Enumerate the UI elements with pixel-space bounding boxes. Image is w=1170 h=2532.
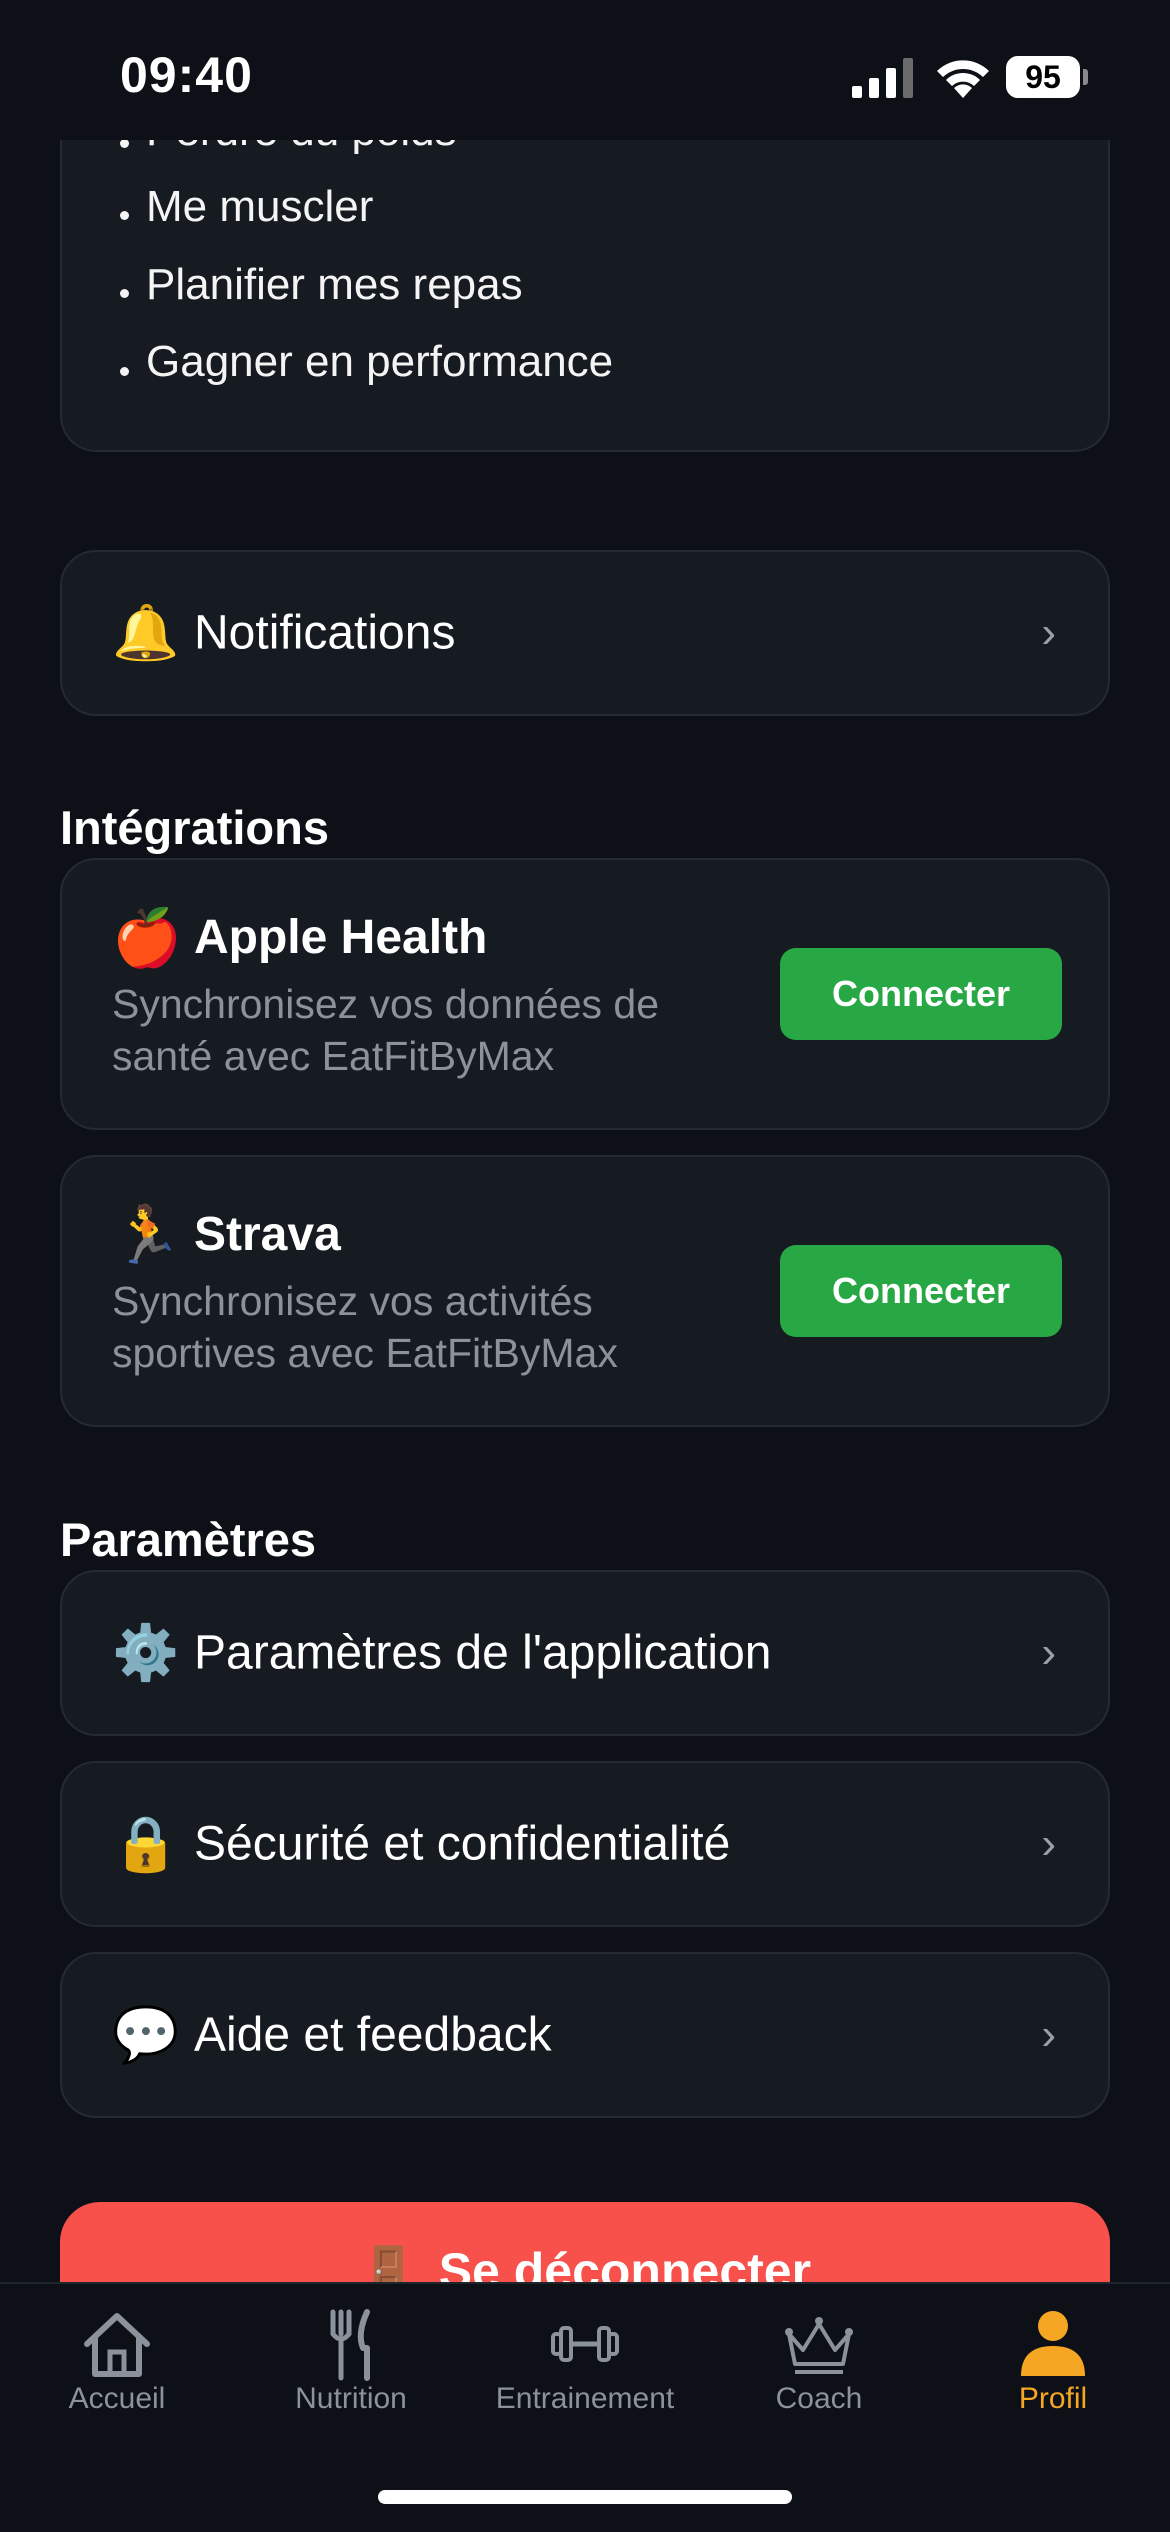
chevron-right-icon: ›	[1041, 608, 1056, 657]
home-indicator	[378, 2490, 792, 2504]
dumbbell-icon	[551, 2326, 619, 2362]
chevron-right-icon: ›	[1041, 1819, 1056, 1868]
goal-item: Me muscler	[146, 182, 374, 231]
person-icon	[1021, 2311, 1085, 2376]
integration-apple-health: 🍎 Apple Health Synchronisez vos données …	[60, 858, 1110, 1130]
tab-accueil[interactable]: Accueil	[0, 2284, 234, 2444]
tab-label: Coach	[775, 2382, 863, 2415]
integrations-title: Intégrations	[60, 801, 329, 854]
settings-row-label: Aide et feedback	[194, 2008, 552, 2062]
cellular-signal-icon	[852, 58, 913, 98]
tab-label: Profil	[1018, 2382, 1088, 2415]
goal-item: Planifier mes repas	[146, 260, 523, 309]
tab-profil[interactable]: Profil	[936, 2284, 1170, 2444]
connect-apple-health-button[interactable]: Connecter	[780, 948, 1062, 1040]
tab-coach[interactable]: Coach	[702, 2284, 936, 2444]
apple-icon: 🍎	[112, 906, 182, 969]
bell-icon: 🔔	[112, 603, 180, 663]
battery-level: 95	[1006, 56, 1080, 98]
settings-row-label: Paramètres de l'application	[194, 1626, 772, 1680]
settings-row-app-settings[interactable]: ⚙️ Paramètres de l'application ›	[60, 1570, 1110, 1736]
runner-icon: 🏃	[112, 1203, 182, 1266]
fork-knife-icon	[330, 2309, 370, 2381]
settings-row-label: Sécurité et confidentialité	[194, 1817, 731, 1871]
tab-label: Entrainement	[495, 2382, 675, 2415]
settings-row-security[interactable]: 🔒 Sécurité et confidentialité ›	[60, 1761, 1110, 1927]
connect-strava-button[interactable]: Connecter	[780, 1245, 1062, 1337]
integration-strava: 🏃 Strava Synchronisez vos activités spor…	[60, 1155, 1110, 1427]
notifications-row[interactable]: 🔔 Notifications ›	[60, 550, 1110, 716]
tab-label: Nutrition	[295, 2382, 407, 2415]
chevron-right-icon: ›	[1041, 2010, 1056, 2059]
status-bar: 09:40 95	[0, 0, 1170, 140]
tab-entrainement[interactable]: Entrainement	[468, 2284, 702, 2444]
crown-icon	[785, 2317, 853, 2374]
goals-card: Perdre du poids Me muscler Planifier mes…	[60, 100, 1110, 452]
integration-name: Apple Health	[194, 911, 488, 964]
wifi-icon	[937, 60, 989, 98]
integration-description: Synchronisez vos activités sportives ave…	[112, 1278, 618, 1376]
chevron-right-icon: ›	[1041, 1628, 1056, 1677]
integration-name: Strava	[194, 1208, 341, 1261]
integration-description: Synchronisez vos données de santé avec E…	[112, 981, 660, 1079]
speech-bubble-icon: 💬	[112, 2005, 180, 2065]
settings-title: Paramètres	[60, 1513, 317, 1566]
battery-icon: 95	[1006, 56, 1088, 98]
lock-icon: 🔒	[112, 1814, 180, 1874]
status-time: 09:40	[120, 47, 253, 103]
settings-row-help[interactable]: 💬 Aide et feedback ›	[60, 1952, 1110, 2118]
tab-label: Accueil	[68, 2382, 166, 2415]
tab-nutrition[interactable]: Nutrition	[234, 2284, 468, 2444]
notifications-label: Notifications	[194, 606, 456, 660]
gear-icon: ⚙️	[112, 1623, 180, 1683]
home-icon	[84, 2313, 150, 2377]
goal-item: Gagner en performance	[146, 337, 614, 386]
